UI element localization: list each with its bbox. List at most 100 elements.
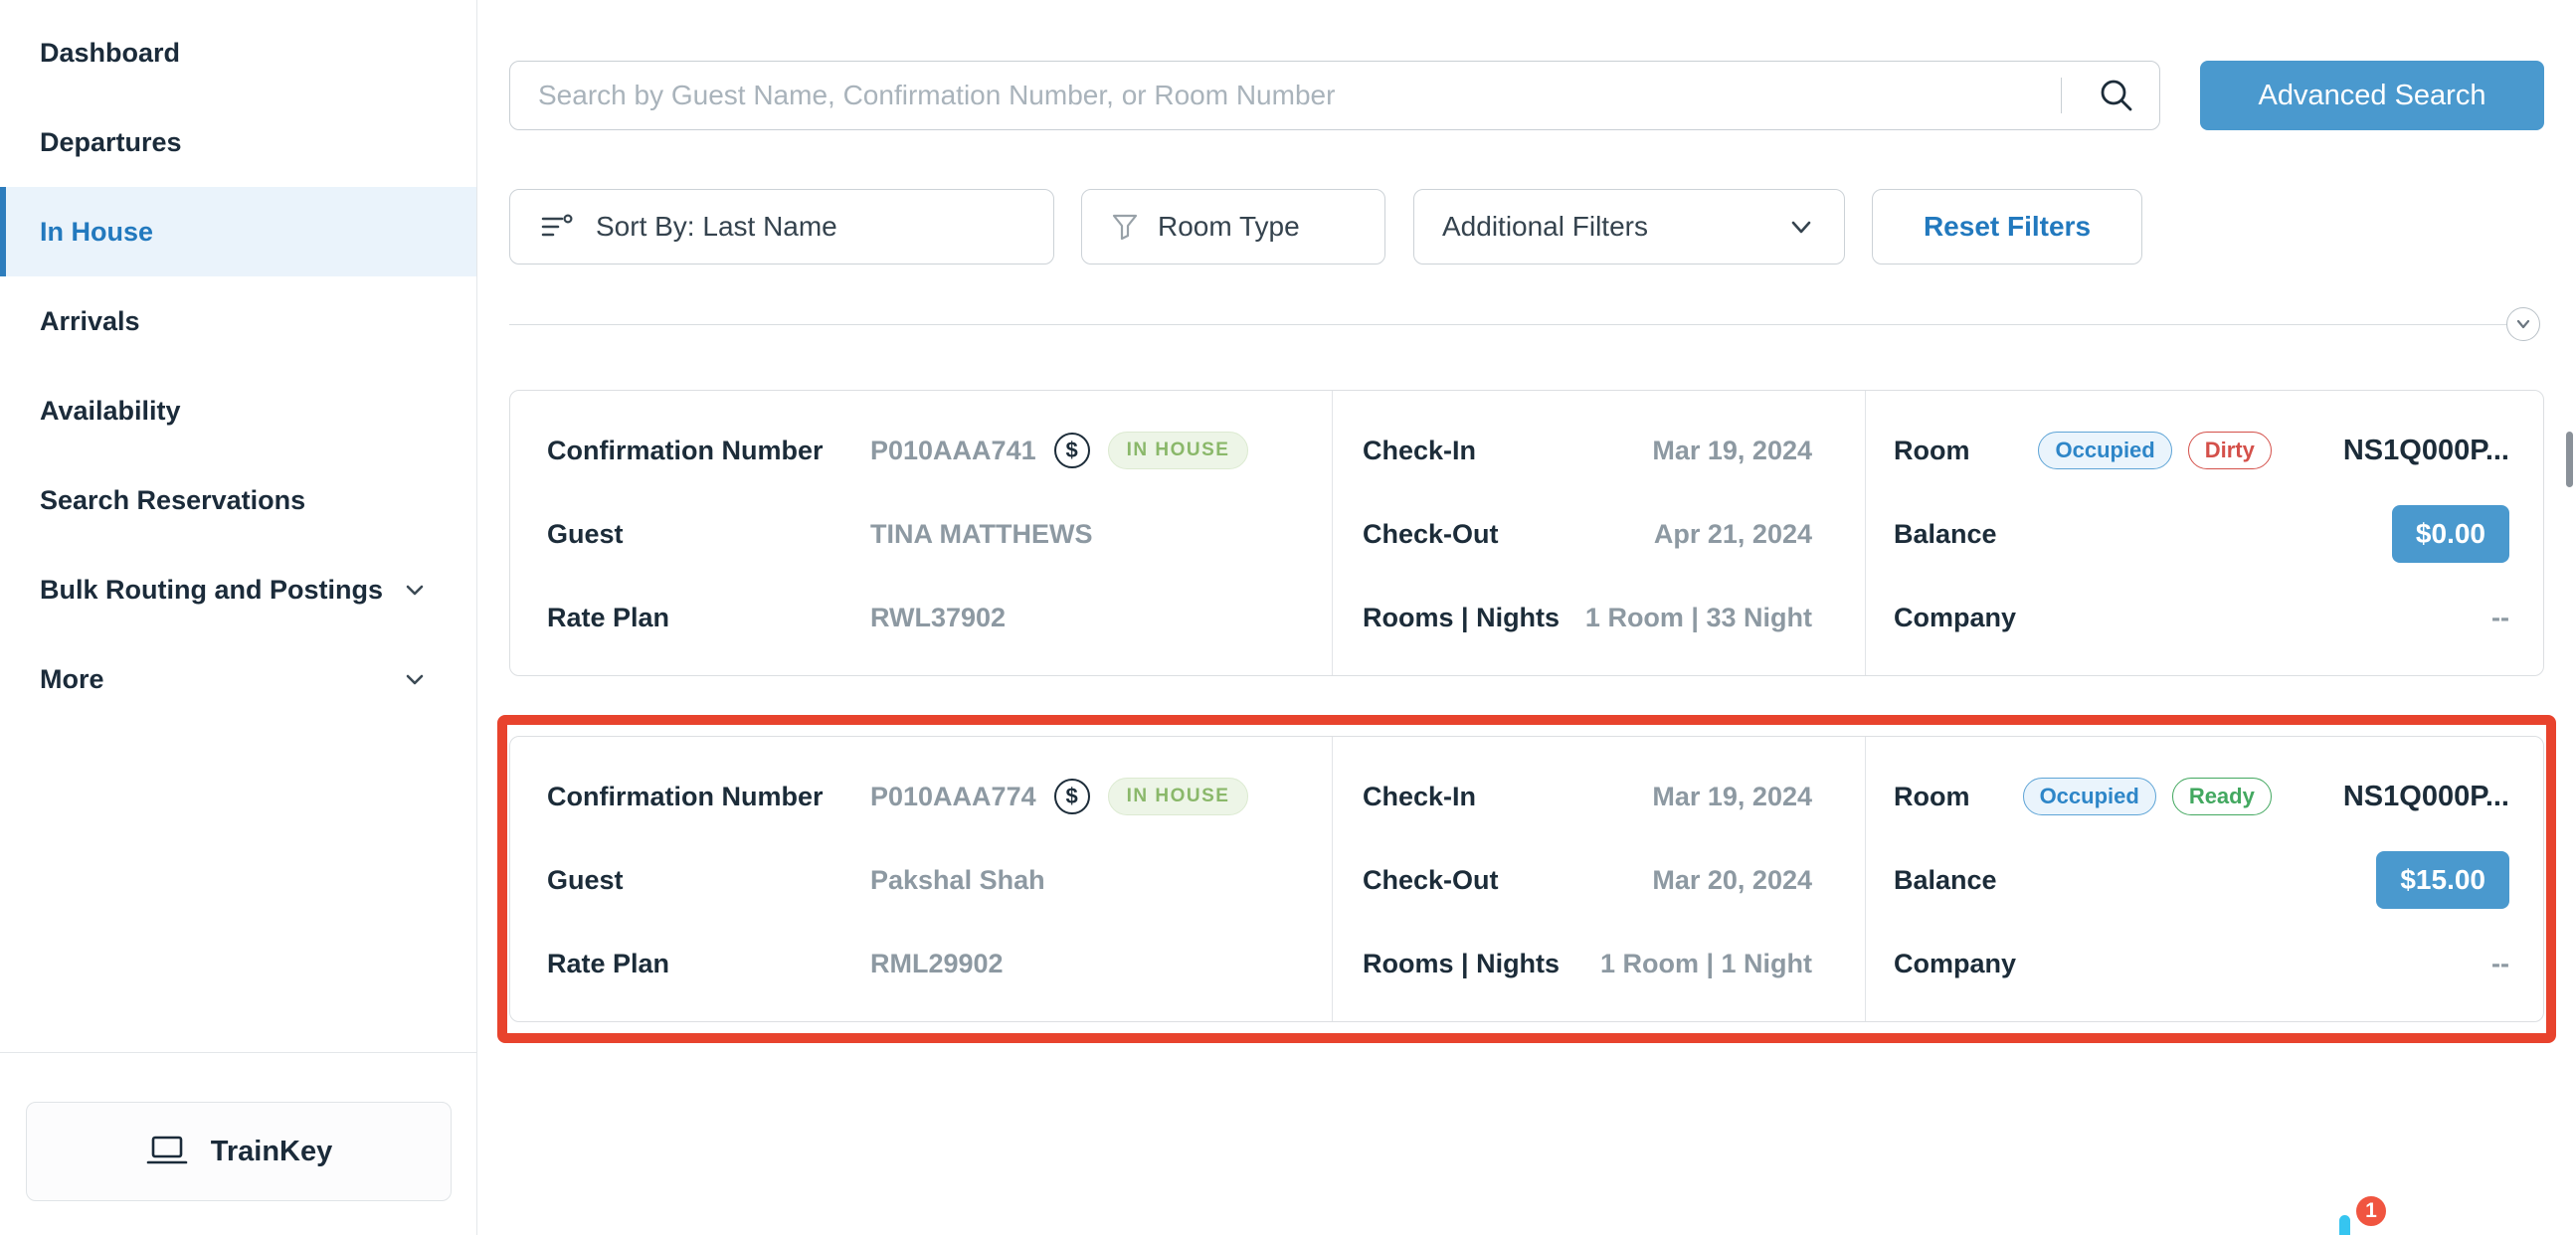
sidebar-item-label: Search Reservations [40,485,305,516]
list-divider [509,324,2506,325]
confirmation-value-group: P010AAA774 $ IN HOUSE [870,778,1248,815]
rooms-nights-value: 1 Room | 1 Night [1600,949,1812,979]
search-input-divider [2061,78,2062,113]
balance-row: Balance $15.00 [1894,838,2509,922]
reservation-card[interactable]: Confirmation Number P010AAA774 $ IN HOUS… [509,736,2544,1022]
occupancy-pill: Occupied [2038,432,2171,469]
filter-funnel-icon [1110,212,1140,242]
sidebar-item-search-reservations[interactable]: Search Reservations [0,455,476,545]
rooms-nights-label: Rooms | Nights [1363,949,1560,979]
confirmation-number: P010AAA774 [870,782,1036,812]
balance-button[interactable]: $15.00 [2376,851,2509,909]
room-status-group: Occupied Dirty NS1Q000P... [2038,432,2509,469]
sort-by-button[interactable]: Sort By: Last Name [509,189,1054,265]
company-row: Company -- [1894,576,2509,659]
card-identity-column: Confirmation Number P010AAA774 $ IN HOUS… [510,737,1332,1021]
sidebar-item-label: Departures [40,127,182,158]
balance-label: Balance [1894,519,1997,550]
sidebar-item-arrivals[interactable]: Arrivals [0,276,476,366]
guest-row: Guest Pakshal Shah [547,838,1312,922]
confirmation-value-group: P010AAA741 $ IN HOUSE [870,432,1248,469]
advanced-search-button[interactable]: Advanced Search [2200,61,2544,130]
rooms-nights-value: 1 Room | 33 Night [1585,603,1812,633]
sidebar-item-availability[interactable]: Availability [0,366,476,455]
occupancy-pill: Occupied [2023,778,2156,815]
check-in-date: Mar 19, 2024 [1652,436,1812,466]
status-badge: IN HOUSE [1108,432,1249,469]
check-in-row: Check-In Mar 19, 2024 [1363,409,1812,492]
room-number: NS1Q000P... [2343,435,2509,467]
room-type-button[interactable]: Room Type [1081,189,1385,265]
check-out-label: Check-Out [1363,865,1499,896]
rate-plan-row: Rate Plan RWL37902 [547,576,1312,659]
sidebar-nav: Dashboard Departures In House Arrivals A… [0,0,476,724]
guest-name: TINA MATTHEWS [870,519,1092,550]
company-label: Company [1894,949,2016,979]
guest-label: Guest [547,519,870,550]
sidebar-item-more[interactable]: More [0,634,476,724]
confirmation-label: Confirmation Number [547,436,870,466]
check-out-date: Mar 20, 2024 [1652,865,1812,896]
check-in-row: Check-In Mar 19, 2024 [1363,755,1812,838]
confirmation-row: Confirmation Number P010AAA774 $ IN HOUS… [547,755,1312,838]
check-out-row: Check-Out Mar 20, 2024 [1363,838,1812,922]
balance-button[interactable]: $0.00 [2392,505,2509,563]
balance-row: Balance $0.00 [1894,492,2509,576]
card-dates-column: Check-In Mar 19, 2024 Check-Out Apr 21, … [1332,391,1866,675]
chevron-down-icon [401,665,429,693]
sidebar-item-label: More [40,664,104,695]
confirmation-row: Confirmation Number P010AAA741 $ IN HOUS… [547,409,1312,492]
chevron-down-icon [2513,314,2533,334]
check-in-label: Check-In [1363,782,1476,812]
search-input[interactable] [509,61,2160,130]
sidebar-item-label: Arrivals [40,306,140,337]
check-out-row: Check-Out Apr 21, 2024 [1363,492,1812,576]
collapse-toggle-button[interactable] [2506,307,2540,341]
trainkey-button[interactable]: TrainKey [26,1102,452,1201]
check-in-date: Mar 19, 2024 [1652,782,1812,812]
confirmation-number: P010AAA741 [870,436,1036,466]
card-room-column: Room Occupied Ready NS1Q000P... Balance … [1866,737,2543,1021]
chat-notification-widget[interactable]: 1 [2313,1205,2383,1235]
payment-dollar-icon[interactable]: $ [1054,433,1090,468]
room-label: Room [1894,782,1970,812]
sidebar-item-departures[interactable]: Departures [0,97,476,187]
payment-dollar-icon[interactable]: $ [1054,779,1090,814]
room-type-label: Room Type [1158,211,1300,243]
card-identity-column: Confirmation Number P010AAA741 $ IN HOUS… [510,391,1332,675]
room-row: Room Occupied Ready NS1Q000P... [1894,755,2509,838]
card-dates-column: Check-In Mar 19, 2024 Check-Out Mar 20, … [1332,737,1866,1021]
sidebar-item-label: Availability [40,396,181,427]
rooms-nights-row: Rooms | Nights 1 Room | 33 Night [1363,576,1812,659]
sidebar-item-dashboard[interactable]: Dashboard [0,8,476,97]
room-row: Room Occupied Dirty NS1Q000P... [1894,409,2509,492]
sidebar-item-label: In House [40,217,153,248]
rooms-nights-label: Rooms | Nights [1363,603,1560,633]
sidebar-item-label: Bulk Routing and Postings [40,575,383,606]
search-icon[interactable] [2093,72,2140,119]
sidebar-item-in-house[interactable]: In House [0,187,476,276]
room-status-group: Occupied Ready NS1Q000P... [2023,778,2509,815]
company-value: -- [2491,603,2509,633]
check-in-label: Check-In [1363,436,1476,466]
rooms-nights-row: Rooms | Nights 1 Room | 1 Night [1363,922,1812,1005]
reservation-card[interactable]: Confirmation Number P010AAA741 $ IN HOUS… [509,390,2544,676]
sidebar: Dashboard Departures In House Arrivals A… [0,0,477,1235]
rate-plan-label: Rate Plan [547,949,870,979]
housekeeping-pill: Dirty [2188,432,2272,469]
sidebar-item-bulk-routing[interactable]: Bulk Routing and Postings [0,545,476,634]
confirmation-label: Confirmation Number [547,782,870,812]
housekeeping-pill: Ready [2172,778,2272,815]
notification-badge: 1 [2353,1193,2389,1229]
rate-plan-value: RWL37902 [870,603,1006,633]
guest-name: Pakshal Shah [870,865,1045,896]
sort-by-label: Sort By: Last Name [596,211,837,243]
rate-plan-label: Rate Plan [547,603,870,633]
check-out-label: Check-Out [1363,519,1499,550]
scrollbar-thumb[interactable] [2566,432,2573,487]
company-value: -- [2491,949,2509,979]
additional-filters-dropdown[interactable]: Additional Filters [1413,189,1845,265]
trainkey-label: TrainKey [211,1136,333,1168]
status-badge: IN HOUSE [1108,778,1249,815]
reset-filters-button[interactable]: Reset Filters [1872,189,2142,265]
